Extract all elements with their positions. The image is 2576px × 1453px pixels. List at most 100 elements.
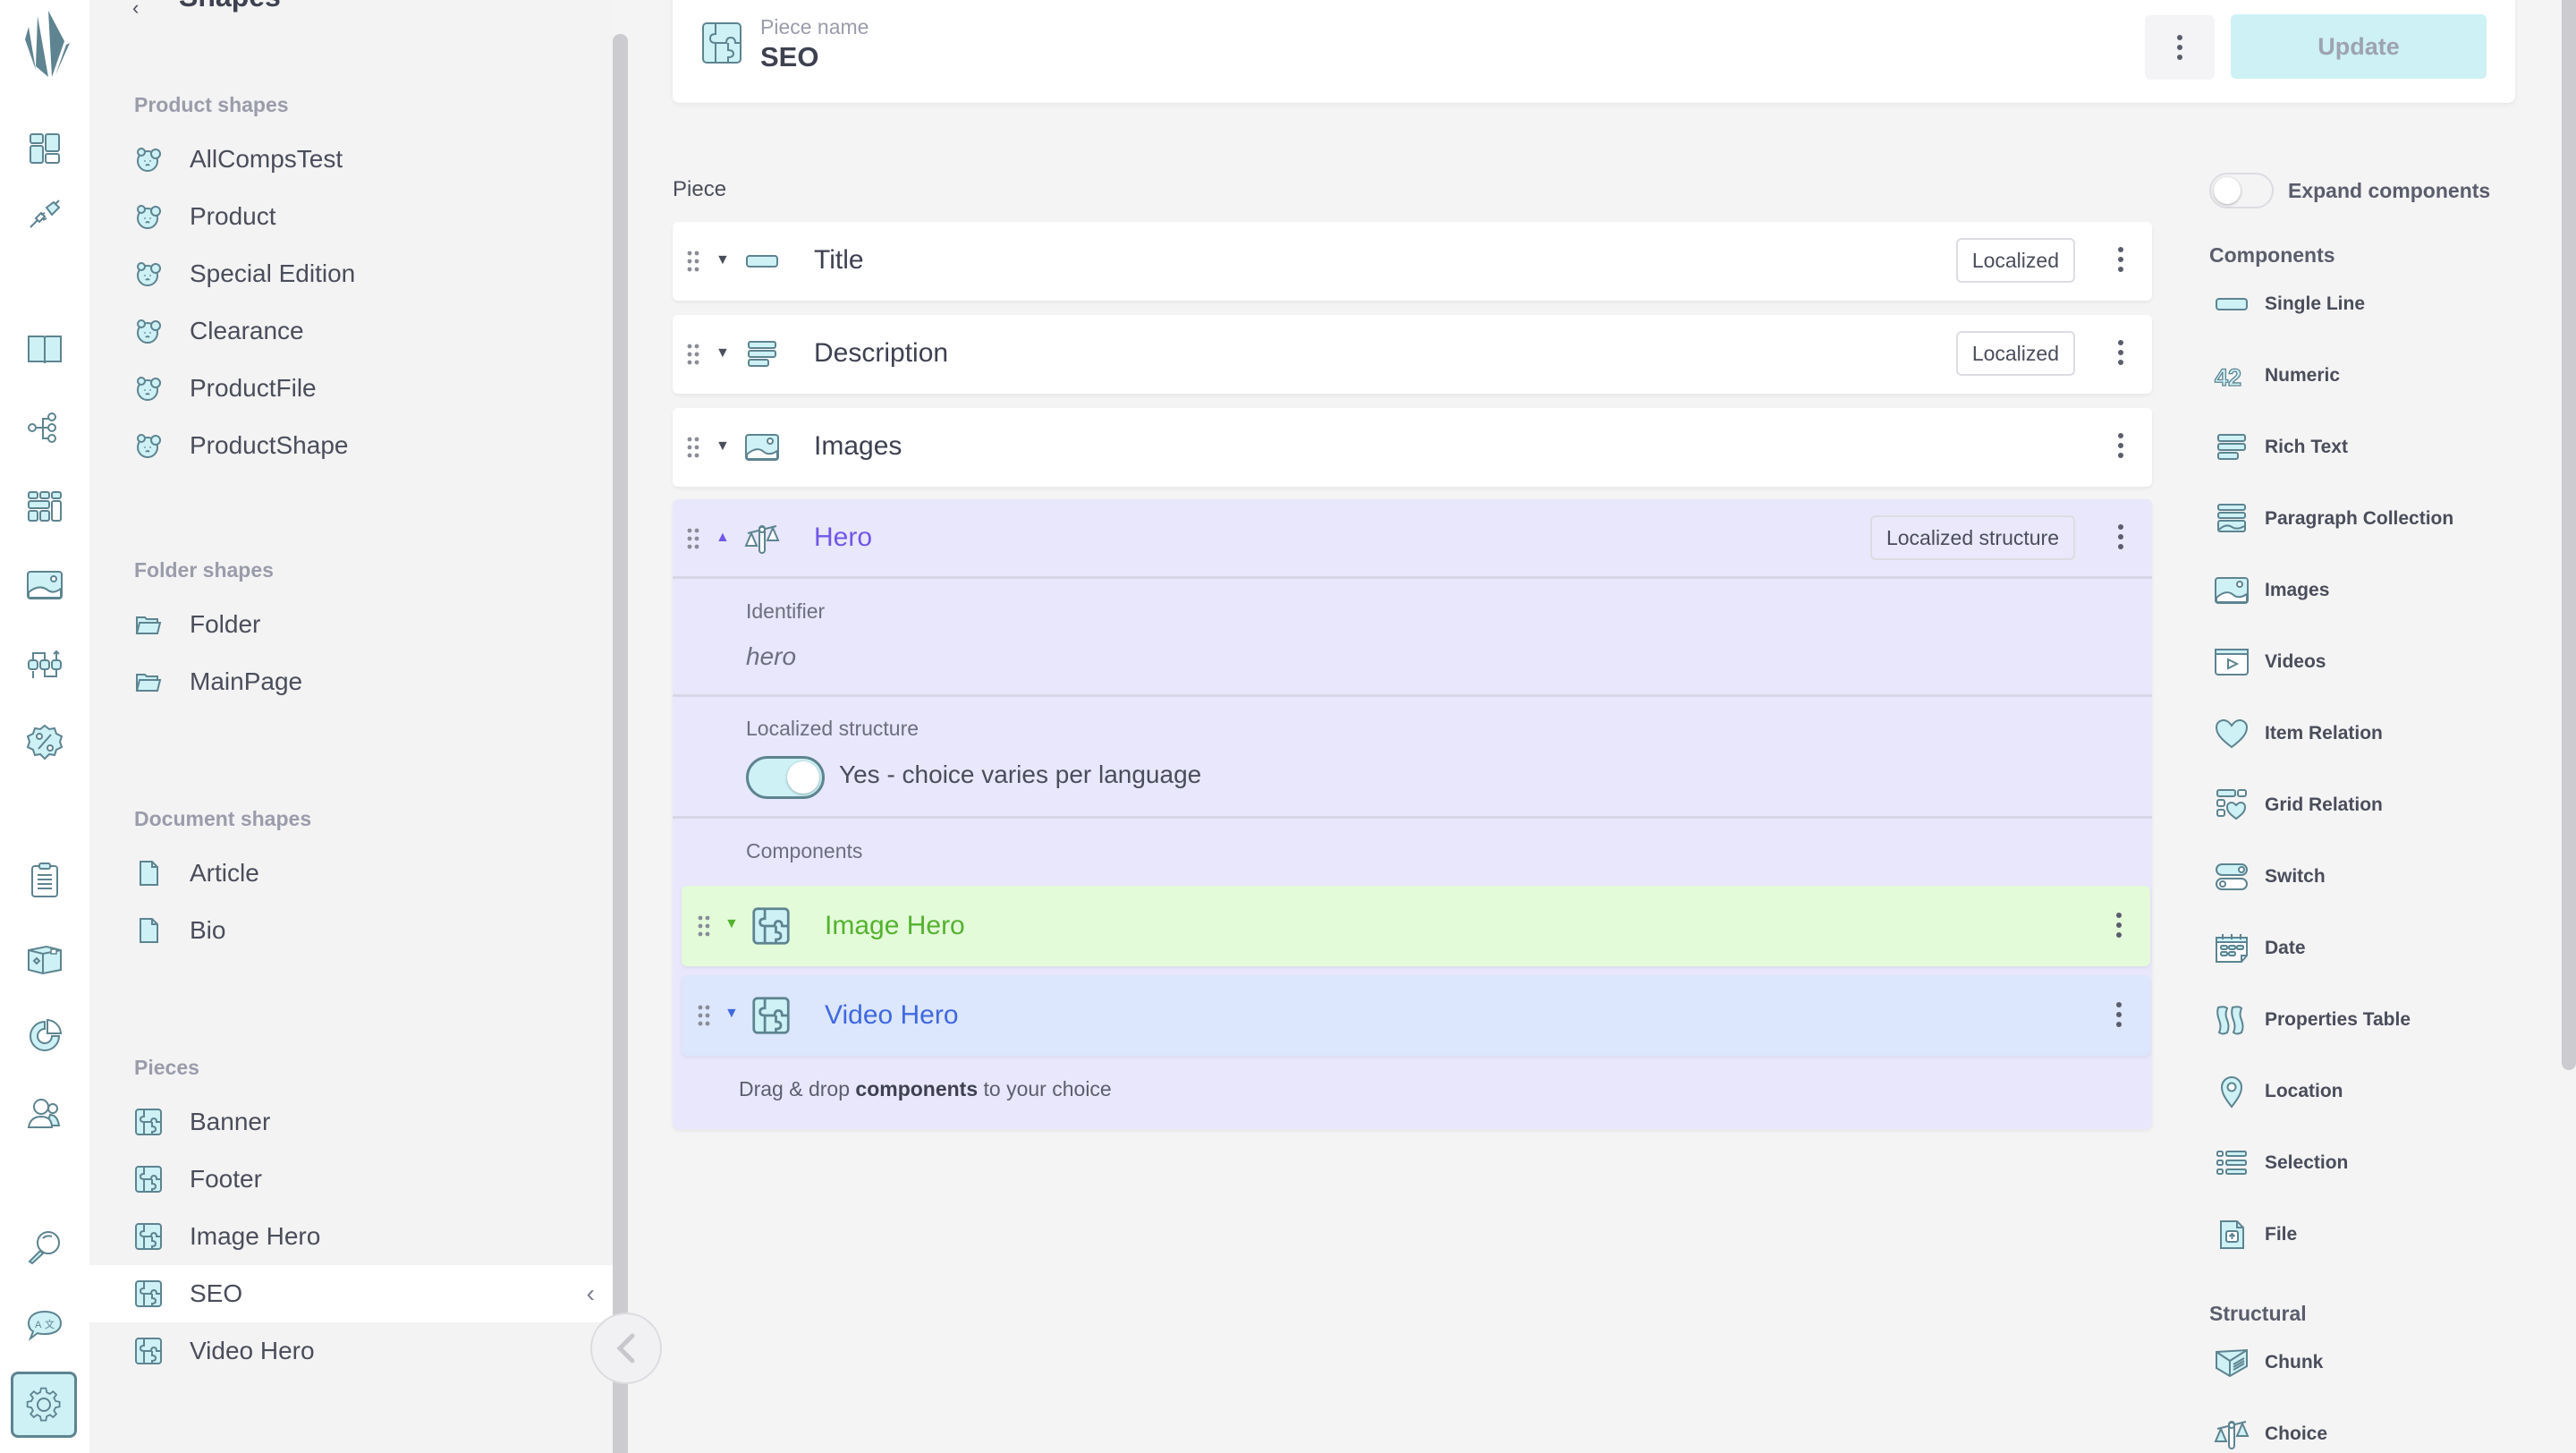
sidebar-item[interactable]: Banner	[89, 1093, 613, 1151]
drag-handle-icon[interactable]	[698, 1005, 710, 1026]
localized-structure-toggle[interactable]	[746, 756, 825, 799]
component-palette-item[interactable]: Rich Text	[2209, 422, 2496, 472]
component-palette-item[interactable]: Item Relation	[2209, 709, 2496, 759]
sidebar-item[interactable]: Folder	[89, 596, 613, 653]
structural-palette-label: Chunk	[2265, 1352, 2324, 1372]
drop-hint: Drag & drop components to your choice	[739, 1077, 1112, 1101]
choice-option-name: Image Hero	[825, 911, 965, 940]
component-palette-item[interactable]: Grid Relation	[2209, 780, 2496, 830]
expand-caret-icon[interactable]: ▼	[716, 345, 730, 361]
sidebar-item[interactable]: Special Edition	[89, 245, 613, 302]
sidebar-section-label: Pieces	[134, 1056, 199, 1079]
expand-caret-icon[interactable]: ▼	[716, 438, 730, 455]
expand-caret-icon[interactable]: ▼	[716, 252, 730, 268]
translate-icon[interactable]: A文	[20, 1299, 70, 1349]
component-palette-item[interactable]: File	[2209, 1210, 2496, 1260]
hero-name: Hero	[814, 523, 873, 552]
flow-icon[interactable]	[20, 639, 70, 689]
sidebar-item[interactable]: Bio	[89, 902, 613, 959]
component-palette-item[interactable]: 42 Numeric	[2209, 351, 2496, 401]
piece-component-row[interactable]: ▼ Title Localized	[673, 222, 2152, 301]
collapse-caret-icon[interactable]: ▲	[716, 530, 730, 546]
component-palette-item[interactable]: Properties Table	[2209, 995, 2496, 1045]
chevron-left-icon[interactable]: ‹	[132, 0, 139, 20]
component-palette-label: Videos	[2265, 651, 2326, 672]
dashboard-icon[interactable]	[20, 123, 70, 174]
collapse-sidebar-button[interactable]	[590, 1313, 662, 1384]
component-palette-item[interactable]: Paragraph Collection	[2209, 494, 2496, 544]
image-icon[interactable]	[20, 560, 70, 610]
customers-icon[interactable]	[20, 1088, 70, 1138]
component-palette-item[interactable]: Single Line	[2209, 279, 2496, 329]
component-palette-item[interactable]: Images	[2209, 565, 2496, 616]
divider	[673, 694, 2152, 697]
piece-name-value[interactable]: SEO	[760, 41, 818, 73]
sidebar-item[interactable]: ProductShape	[89, 417, 613, 474]
component-palette-label: Grid Relation	[2265, 794, 2383, 815]
search-icon[interactable]	[20, 1222, 70, 1272]
component-palette-item[interactable]: Location	[2209, 1066, 2496, 1117]
choice-option-row[interactable]: ▼ Video Hero	[682, 975, 2150, 1056]
main-scrollbar[interactable]	[2562, 0, 2576, 1070]
sidebar-scrollbar[interactable]	[613, 34, 628, 1453]
logo-icon[interactable]	[16, 7, 73, 79]
row-more-button[interactable]	[2116, 913, 2122, 938]
structural-palette-item[interactable]: Choice	[2209, 1409, 2496, 1453]
catalogue-book-icon[interactable]	[20, 324, 70, 374]
expand-caret-icon[interactable]: ▼	[724, 916, 739, 932]
component-palette-item[interactable]: Switch	[2209, 852, 2496, 902]
sidebar-section-label: Folder shapes	[134, 558, 274, 582]
sidebar-section-label: Product shapes	[134, 93, 289, 116]
piece-component-row[interactable]: ▼ Images	[673, 408, 2152, 487]
update-button[interactable]: Update	[2231, 14, 2487, 79]
grid-icon[interactable]	[20, 481, 70, 531]
sidebar-item[interactable]: Video Hero	[89, 1322, 613, 1380]
analytics-icon[interactable]	[20, 1011, 70, 1061]
sidebar-item[interactable]: ProductFile	[89, 360, 613, 417]
sidebar-title: Shapes	[179, 0, 281, 13]
structural-palette-item[interactable]: Chunk	[2209, 1338, 2496, 1388]
expand-components-toggle[interactable]	[2209, 173, 2274, 208]
sidebar-item[interactable]: MainPage	[89, 653, 613, 710]
drag-handle-icon[interactable]	[687, 528, 699, 549]
component-palette-item[interactable]: Videos	[2209, 637, 2496, 687]
plug-icon[interactable]	[20, 188, 70, 238]
sidebar-item[interactable]: AllCompsTest	[89, 131, 613, 188]
discount-icon[interactable]	[20, 718, 70, 768]
sidebar-item[interactable]: Image Hero	[89, 1208, 613, 1265]
drag-handle-icon[interactable]	[687, 344, 699, 365]
orders-icon[interactable]	[20, 855, 70, 905]
product-shape-icon	[134, 317, 163, 345]
sidebar-header: ‹ Shapes	[89, 0, 613, 20]
hero-more-button[interactable]	[2118, 524, 2123, 549]
drag-handle-icon[interactable]	[698, 915, 710, 937]
row-more-button[interactable]	[2118, 433, 2123, 458]
icon-rail: A文	[0, 0, 89, 1453]
sidebar-item-label: MainPage	[190, 667, 303, 695]
row-more-button[interactable]	[2118, 247, 2123, 272]
expand-caret-icon[interactable]: ▼	[724, 1006, 739, 1022]
choice-option-row[interactable]: ▼ Image Hero	[682, 886, 2150, 966]
piece-component-row[interactable]: ▼ Description Localized	[673, 315, 2152, 394]
settings-icon[interactable]	[11, 1372, 77, 1438]
sidebar-item-label: Folder	[190, 610, 261, 638]
tree-icon[interactable]	[20, 403, 70, 453]
row-more-button[interactable]	[2116, 1002, 2122, 1027]
product-box-icon[interactable]	[20, 934, 70, 984]
sidebar-item[interactable]: SEO ‹	[89, 1265, 613, 1322]
sidebar-item[interactable]: Footer	[89, 1151, 613, 1208]
row-more-button[interactable]	[2118, 340, 2123, 365]
sidebar-item[interactable]: Product	[89, 188, 613, 245]
component-palette-item[interactable]: Selection	[2209, 1138, 2496, 1188]
more-vertical-icon	[2118, 524, 2123, 549]
sidebar-item[interactable]: Article	[89, 845, 613, 902]
drag-handle-icon[interactable]	[687, 437, 699, 458]
drag-handle-icon[interactable]	[687, 251, 699, 272]
sidebar-item[interactable]: Clearance	[89, 302, 613, 360]
header-more-button[interactable]	[2145, 15, 2215, 80]
chevron-left-icon[interactable]: ‹	[587, 1279, 595, 1308]
identifier-value[interactable]: hero	[746, 642, 796, 671]
component-palette-item[interactable]: Date	[2209, 923, 2496, 973]
rich-text-icon	[744, 336, 780, 372]
components-heading: Components	[2209, 243, 2335, 267]
